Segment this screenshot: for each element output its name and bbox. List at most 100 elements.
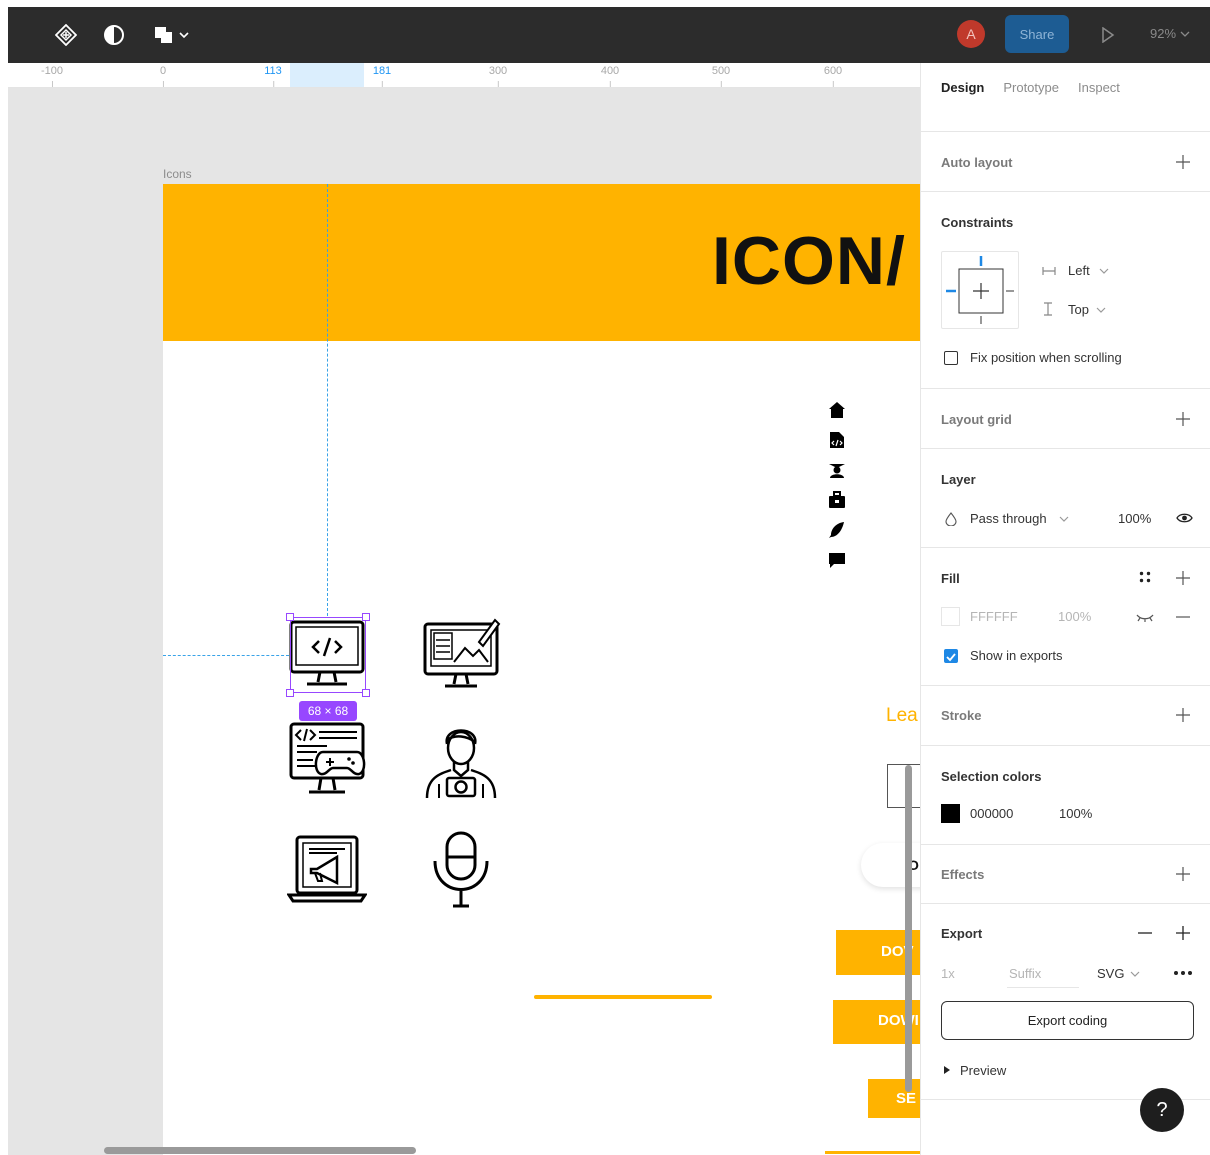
add-layout-grid-plus-icon[interactable] [1175,411,1191,427]
laptop-megaphone-icon[interactable] [287,829,367,909]
auto-layout-title: Auto layout [941,155,1013,170]
tab-prototype[interactable]: Prototype [1003,80,1059,95]
add-auto-layout-plus-icon[interactable] [1175,154,1191,170]
resize-handle-bottom-right[interactable] [362,689,370,697]
resize-handle-top-right[interactable] [362,613,370,621]
show-in-exports-checkbox[interactable] [944,649,958,663]
stroke-section: Stroke [921,685,1210,745]
measure-guide-vertical [327,184,328,616]
component-icon[interactable] [52,21,80,49]
microphone-icon[interactable] [421,829,501,909]
measure-guide-horizontal [163,655,289,656]
ruler-tick: 300 [488,65,508,87]
orange-divider-2[interactable] [825,1151,920,1154]
zoom-level: 92% [1150,26,1177,41]
layout-grid-title: Layout grid [941,412,1012,427]
help-button[interactable]: ? [1140,1088,1184,1132]
monitor-design-icon[interactable] [421,614,501,694]
feather-icon[interactable] [828,521,846,539]
fix-position-label: Fix position when scrolling [970,350,1122,365]
monitor-game-code-icon[interactable] [287,720,367,800]
remove-export-minus-icon[interactable] [1137,925,1153,941]
horizontal-scrollbar[interactable] [104,1147,416,1154]
icons-frame[interactable]: ICON/ [163,184,920,1155]
selection-colors-title: Selection colors [941,769,1042,784]
code-file-icon[interactable] [828,431,846,449]
effects-section: Effects [921,844,1210,903]
avatar[interactable]: A [957,20,985,48]
fill-color-swatch[interactable] [941,607,960,626]
selection-box[interactable] [286,613,370,697]
show-in-exports-label: Show in exports [970,648,1063,663]
horizontal-constraint-icon [1042,267,1056,275]
chevron-down-icon[interactable] [1099,267,1109,275]
add-export-plus-icon[interactable] [1175,925,1191,941]
constraint-diagram[interactable] [942,252,1020,330]
fill-opacity-value[interactable]: 100% [1058,609,1091,624]
send-button[interactable]: SE [868,1079,920,1118]
selection-color-hex[interactable]: 000000 [970,806,1013,821]
layer-opacity[interactable]: 100% [1118,511,1151,526]
frame-label[interactable]: Icons [163,167,192,181]
more-options-icon[interactable] [1173,970,1193,976]
photographer-icon[interactable] [421,718,501,798]
fill-hex-value[interactable]: FFFFFF [970,609,1018,624]
effects-title: Effects [941,867,985,882]
horizontal-constraint-value[interactable]: Left [1068,263,1090,278]
export-scale[interactable]: 1x [941,966,955,981]
graduate-icon[interactable] [828,461,846,479]
add-fill-plus-icon[interactable] [1175,570,1191,586]
eye-icon[interactable] [1176,512,1193,524]
shapes-icon[interactable] [152,21,192,49]
properties-panel: Design Prototype Inspect Auto layout Con… [920,63,1210,1155]
vertical-constraint-value[interactable]: Top [1068,302,1089,317]
selection-color-opacity[interactable]: 100% [1059,806,1092,821]
vertical-constraint-icon [1044,302,1052,316]
resize-handle-top-left[interactable] [286,613,294,621]
vertical-scrollbar[interactable] [905,765,912,1092]
design-canvas[interactable]: Icons ICON/ 68 × 68 Lea O DOV DOWI SE [8,88,920,1155]
chevron-down-icon[interactable] [1130,970,1140,978]
tab-design[interactable]: Design [941,80,984,95]
ruler-tick: 0 [159,65,167,87]
add-effect-plus-icon[interactable] [1175,866,1191,882]
selection-color-swatch[interactable] [941,804,960,823]
fill-section: Fill FFFFFF 100% Show in exports [921,547,1210,685]
export-format[interactable]: SVG [1097,966,1124,981]
chevron-down-icon[interactable] [1059,515,1069,523]
export-suffix-input[interactable]: Suffix [1009,966,1041,981]
ruler-tick: 600 [823,65,843,87]
layout-grid-section: Layout grid [921,388,1210,448]
export-button[interactable]: Export coding [941,1001,1194,1040]
zoom-dropdown[interactable]: 92% [1150,26,1190,41]
comment-icon[interactable] [828,551,846,569]
partial-heading-text[interactable]: Lea [886,705,918,727]
eye-closed-icon[interactable] [1136,612,1154,622]
home-icon[interactable] [828,401,846,419]
tab-inspect[interactable]: Inspect [1078,80,1120,95]
banner-title[interactable]: ICON/ [712,222,906,300]
fix-position-checkbox[interactable] [944,351,958,365]
contrast-icon[interactable] [100,21,128,49]
blend-mode-value[interactable]: Pass through [970,511,1047,526]
fill-title: Fill [941,571,960,586]
style-grid-icon[interactable] [1138,570,1152,584]
preview-toggle[interactable]: Preview [960,1063,1006,1078]
resize-handle-bottom-left[interactable] [286,689,294,697]
checkmark-icon [946,653,956,662]
remove-fill-minus-icon[interactable] [1175,609,1191,625]
share-button[interactable]: Share [1005,15,1069,53]
triangle-right-icon[interactable] [943,1066,951,1074]
banner[interactable]: ICON/ [163,184,920,341]
add-stroke-plus-icon[interactable] [1175,707,1191,723]
briefcase-icon[interactable] [828,491,846,509]
ruler-tick-selected: 181 [372,65,392,87]
constraint-widget[interactable] [941,251,1019,329]
auto-layout-section: Auto layout [921,131,1210,191]
ruler-tick: 400 [600,65,620,87]
present-play-icon[interactable] [1096,21,1120,49]
orange-divider[interactable] [534,995,712,999]
ruler-selection-highlight [290,63,364,87]
outlined-rectangle[interactable] [887,764,920,808]
chevron-down-icon[interactable] [1096,306,1106,314]
